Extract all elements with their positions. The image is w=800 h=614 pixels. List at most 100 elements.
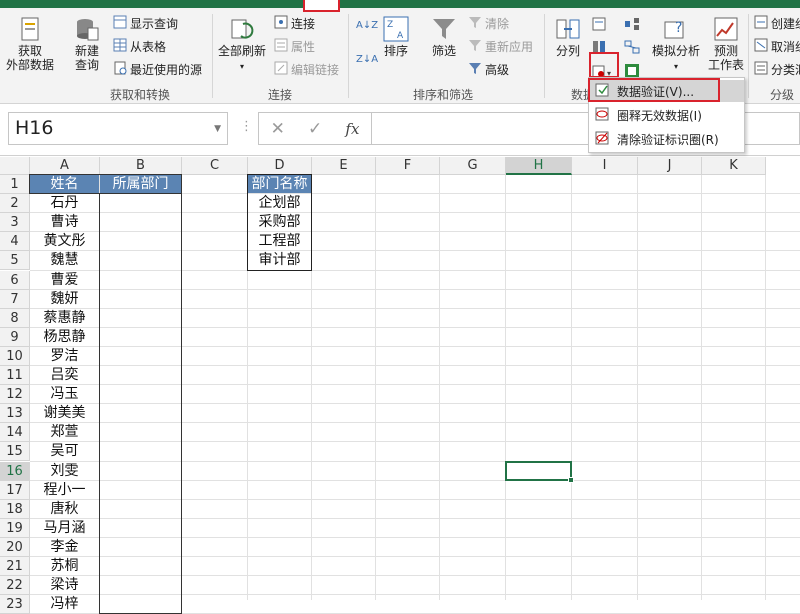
from-table-button[interactable]: 从表格	[113, 38, 166, 55]
row-header[interactable]: 8	[0, 308, 30, 328]
row-header[interactable]: 18	[0, 499, 30, 519]
column-header[interactable]: A	[30, 157, 100, 175]
get-external-line1: 获取	[17, 44, 42, 58]
column-header[interactable]: C	[182, 157, 248, 175]
name-cell[interactable]: 吴可	[30, 442, 99, 460]
filter-button[interactable]: 筛选	[428, 16, 460, 59]
name-cell[interactable]: 苏桐	[30, 557, 99, 575]
clear-button[interactable]: 清除	[468, 15, 509, 32]
group-label-sort-filter: 排序和筛选	[413, 88, 474, 102]
row-header[interactable]: 23	[0, 595, 30, 614]
menu-item-clear-circles[interactable]: 清除验证标识圈(R)	[589, 128, 744, 150]
name-cell[interactable]: 程小一	[30, 481, 99, 499]
row-header[interactable]: 9	[0, 327, 30, 347]
name-cell[interactable]: 杨思静	[30, 328, 99, 346]
column-header[interactable]: B	[100, 157, 182, 175]
column-header[interactable]: J	[638, 157, 702, 175]
name-cell[interactable]: 吕奕	[30, 366, 99, 384]
sort-button[interactable]: ZA 排序	[380, 16, 412, 59]
advanced-filter-icon	[468, 61, 482, 78]
name-cell[interactable]: 石丹	[30, 194, 99, 212]
recent-sources-button[interactable]: 最近使用的源	[113, 61, 202, 78]
forecast-line2: 工作表	[707, 58, 744, 72]
consolidate-button[interactable]	[624, 17, 640, 34]
row-header[interactable]: 19	[0, 518, 30, 538]
chevron-down-icon: ▾	[239, 62, 244, 71]
ungroup-button[interactable]: 取消组	[754, 38, 800, 55]
create-group-button[interactable]: 创建组	[754, 15, 800, 32]
column-header[interactable]: F	[376, 157, 440, 175]
name-cell[interactable]: 蔡惠静	[30, 309, 99, 327]
edit-links-button[interactable]: 编辑链接	[274, 61, 339, 78]
relationships-button[interactable]	[624, 40, 640, 57]
funnel-icon	[431, 16, 457, 42]
advanced-button[interactable]: 高级	[468, 61, 509, 78]
split-column-button[interactable]: 分列	[550, 16, 586, 59]
forecast-sheet-button[interactable]: 预测 工作表	[706, 16, 746, 73]
row-header[interactable]: 4	[0, 232, 30, 252]
row-header[interactable]: 3	[0, 213, 30, 233]
row-header[interactable]: 22	[0, 576, 30, 596]
name-cell[interactable]: 刘雯	[30, 462, 99, 480]
name-cell[interactable]: 谢美美	[30, 404, 99, 422]
name-cell[interactable]: 唐秋	[30, 500, 99, 518]
row-header[interactable]: 20	[0, 537, 30, 557]
column-header[interactable]: K	[702, 157, 766, 175]
name-cell[interactable]: 梁诗	[30, 576, 99, 594]
chevron-down-icon[interactable]: ▼	[214, 124, 221, 134]
row-header[interactable]: 15	[0, 442, 30, 462]
connections-button[interactable]: 连接	[274, 15, 315, 32]
name-cell[interactable]: 李金	[30, 538, 99, 556]
row-header[interactable]: 16	[0, 461, 30, 481]
row-header[interactable]: 2	[0, 194, 30, 214]
get-external-data-button[interactable]: 获取 外部数据	[4, 16, 56, 73]
tab-data[interactable]	[303, 0, 340, 12]
cancel-icon[interactable]: ✕	[271, 119, 285, 139]
properties-button[interactable]: 属性	[274, 38, 315, 55]
subtotal-button[interactable]: 分类汇	[754, 61, 800, 78]
enter-icon[interactable]: ✓	[308, 119, 322, 139]
flash-fill-button[interactable]	[592, 17, 606, 34]
show-query-button[interactable]: 显示查询	[113, 15, 178, 32]
column-header[interactable]: I	[572, 157, 638, 175]
column-header[interactable]: D	[248, 157, 312, 175]
reapply-button[interactable]: 重新应用	[468, 38, 533, 55]
fill-handle[interactable]	[568, 476, 574, 483]
name-cell[interactable]: 魏妍	[30, 290, 99, 308]
refresh-all-button[interactable]: 全部刷新 ▾	[216, 16, 268, 74]
group-icon	[754, 15, 768, 32]
select-all-corner[interactable]	[0, 157, 30, 175]
row-header[interactable]: 13	[0, 404, 30, 424]
name-cell[interactable]: 冯梓	[30, 595, 99, 613]
name-cell[interactable]: 马月涵	[30, 519, 99, 537]
row-header[interactable]: 14	[0, 423, 30, 443]
sort-ascending-button[interactable]: A↓Z	[356, 20, 378, 31]
name-cell[interactable]: 罗洁	[30, 347, 99, 365]
name-cell[interactable]: 冯玉	[30, 385, 99, 403]
column-header[interactable]: E	[312, 157, 376, 175]
row-header[interactable]: 17	[0, 480, 30, 500]
forecast-line1: 预测	[713, 44, 738, 58]
name-cell[interactable]: 魏慧	[30, 251, 99, 269]
column-header[interactable]: H	[506, 157, 572, 175]
insert-function-icon[interactable]: fx	[345, 120, 359, 138]
row-header[interactable]: 12	[0, 385, 30, 405]
column-header[interactable]: G	[440, 157, 506, 175]
row-header[interactable]: 11	[0, 366, 30, 386]
name-cell[interactable]: 郑萱	[30, 423, 99, 441]
row-header[interactable]: 7	[0, 289, 30, 309]
selected-cell[interactable]	[505, 460, 572, 481]
row-header[interactable]: 5	[0, 251, 30, 271]
menu-item-circle-invalid[interactable]: 圈释无效数据(I)	[589, 104, 744, 126]
sort-descending-button[interactable]: Z↓A	[356, 54, 378, 65]
name-box[interactable]: H16 ▼	[8, 112, 228, 145]
row-header[interactable]: 10	[0, 346, 30, 366]
new-query-button[interactable]: 新建 查询	[66, 16, 108, 73]
name-cell[interactable]: 曹诗	[30, 213, 99, 231]
name-cell[interactable]: 黄文彤	[30, 232, 99, 250]
row-header[interactable]: 21	[0, 557, 30, 577]
what-if-analysis-button[interactable]: ? 模拟分析 ▾	[646, 16, 706, 74]
name-cell[interactable]: 曹爱	[30, 271, 99, 289]
row-header[interactable]: 1	[0, 175, 30, 195]
row-header[interactable]: 6	[0, 270, 30, 290]
